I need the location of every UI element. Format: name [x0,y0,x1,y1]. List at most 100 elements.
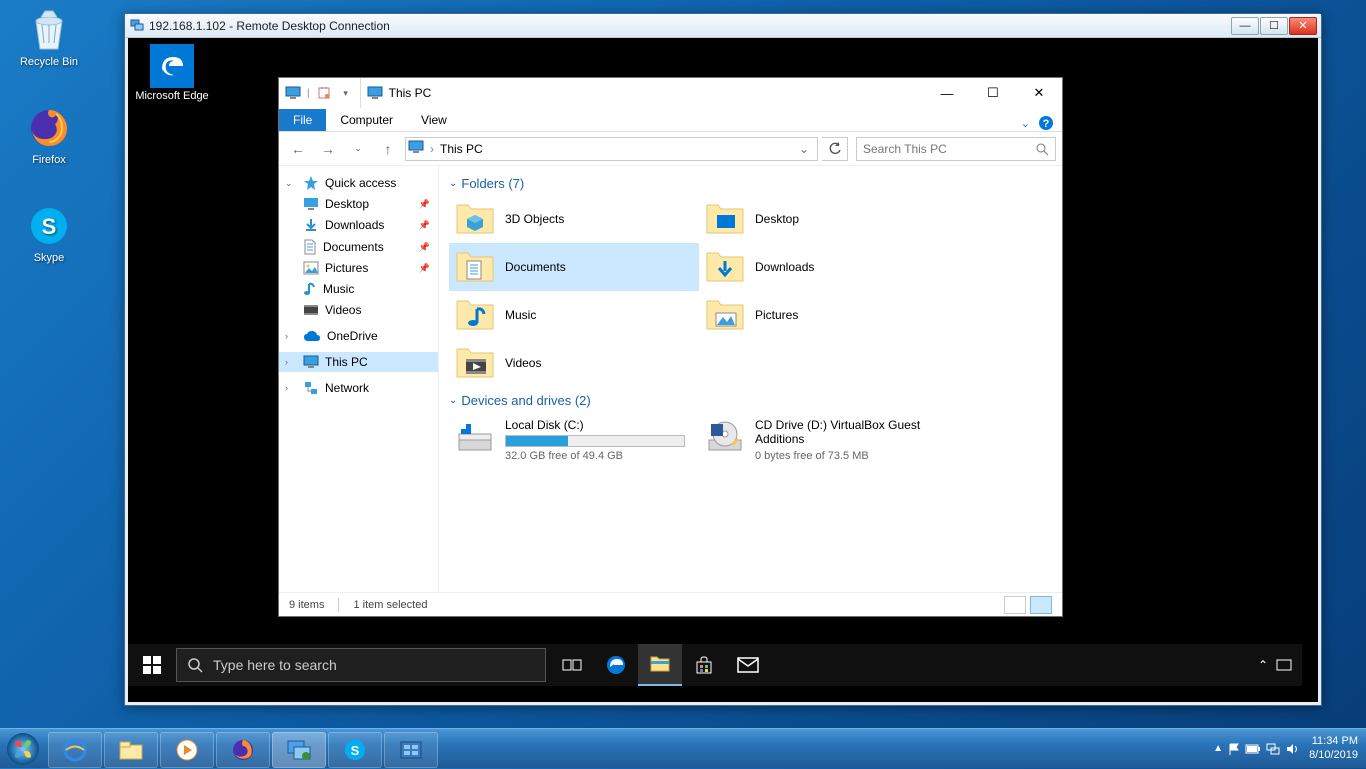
nav-forward-button[interactable]: → [315,136,341,162]
nav-pictures[interactable]: Pictures📌 [297,258,438,278]
host-system-tray: ▲ 11:34 PM 8/10/2019 [1213,735,1366,761]
tray-up-icon[interactable]: ▲ [1213,743,1223,754]
view-details-button[interactable] [1004,596,1026,614]
ribbon-tab-file[interactable]: File [279,109,326,131]
group-drives[interactable]: ⌄Devices and drives (2) [449,393,1052,408]
nav-onedrive[interactable]: ›OneDrive [279,326,438,346]
tray-network-icon[interactable] [1265,742,1281,756]
address-bar[interactable]: › This PC ⌄ [405,137,818,161]
host-task-mediaplayer[interactable] [160,732,214,768]
nav-quick-access[interactable]: ⌄Quick access [279,172,438,194]
rdc-titlebar[interactable]: 192.168.1.102 - Remote Desktop Connectio… [125,14,1321,38]
nav-desktop[interactable]: Desktop📌 [297,194,438,214]
rdc-close-button[interactable]: ✕ [1289,17,1317,35]
music-icon [303,281,317,297]
desktop-icon-label: Microsoft Edge [134,90,210,102]
qat-properties-icon[interactable] [316,85,332,101]
drive-local-c[interactable]: Local Disk (C:) 32.0 GB free of 49.4 GB [449,412,699,468]
folder-desktop[interactable]: Desktop [699,195,949,243]
group-folders[interactable]: ⌄Folders (7) [449,176,1052,191]
desktop-firefox[interactable]: Firefox [12,104,86,166]
folder-documents[interactable]: Documents [449,243,699,291]
remote-desktop[interactable]: Microsoft Edge | ▾ This PC [128,38,1302,686]
explorer-nav-pane: ⌄Quick access Desktop📌 Downloads📌 Docume… [279,166,439,592]
host-task-app[interactable] [384,732,438,768]
drive-usage-bar [505,435,685,447]
remote-system-tray: ⌃ [1258,658,1302,672]
nav-videos[interactable]: Videos [297,300,438,320]
drive-free-text: 0 bytes free of 73.5 MB [755,450,943,462]
qat-customize-icon[interactable]: ▾ [338,85,354,101]
folder-music[interactable]: Music [449,291,699,339]
tray-volume-icon[interactable] [1285,742,1299,756]
host-task-ie[interactable] [48,732,102,768]
nav-documents[interactable]: Documents📌 [297,236,438,258]
search-icon [1035,142,1049,156]
desktop-skype[interactable]: S Skype [12,202,86,264]
nav-back-button[interactable]: ← [285,136,311,162]
explorer-ribbon-tabs: File Computer View ⌄ ? [279,108,1062,132]
ribbon-tab-view[interactable]: View [407,109,461,131]
host-start-button[interactable] [0,729,46,769]
explorer-title: This PC [360,78,924,108]
tray-tablet-mode-icon[interactable] [1276,659,1292,671]
nav-refresh-button[interactable] [822,137,848,161]
taskbar-mail[interactable] [726,644,770,686]
task-view-button[interactable] [550,644,594,686]
video-icon [303,303,319,317]
remote-search-box[interactable]: Type here to search [176,648,546,682]
search-icon [187,657,203,673]
search-placeholder: Search This PC [863,142,947,156]
taskbar-explorer[interactable] [638,644,682,686]
host-task-skype[interactable]: S [328,732,382,768]
edge-icon [150,44,194,88]
nav-downloads[interactable]: Downloads📌 [297,214,438,236]
explorer-search-input[interactable]: Search This PC [856,137,1056,161]
folder-pictures[interactable]: Pictures [699,291,949,339]
host-task-items: S [48,730,438,768]
remote-start-button[interactable] [128,644,176,686]
svg-text:S: S [42,214,57,239]
folder-downloads[interactable]: Downloads [699,243,949,291]
status-item-count: 9 items [289,599,324,611]
pin-icon: 📌 [419,220,430,231]
tray-clock[interactable]: 11:34 PM 8/10/2019 [1309,735,1358,761]
host-task-firefox[interactable] [216,732,270,768]
nav-recent-button[interactable]: ⌄ [345,136,371,162]
host-task-rdc[interactable] [272,732,326,768]
folder-3d-objects[interactable]: 3D Objects [449,195,699,243]
taskbar-edge[interactable] [594,644,638,686]
explorer-window: | ▾ This PC — ☐ ✕ File [278,77,1063,617]
skype-icon: S [25,202,73,250]
nav-this-pc[interactable]: ›This PC [279,352,438,372]
drive-cd-d[interactable]: CD Drive (D:) VirtualBox Guest Additions… [699,412,949,468]
explorer-titlebar[interactable]: | ▾ This PC — ☐ ✕ [279,78,1062,108]
folder-icon [705,199,745,239]
tray-up-icon[interactable]: ⌃ [1258,658,1268,672]
remote-desktop-edge[interactable]: Microsoft Edge [134,44,210,102]
host-taskbar: S ▲ 11:34 PM 8/10/2019 [0,728,1366,768]
view-tiles-button[interactable] [1030,596,1052,614]
rdc-maximize-button[interactable]: ☐ [1260,17,1288,35]
tray-battery-icon[interactable] [1245,743,1261,755]
ribbon-expand-icon[interactable]: ⌄ [1021,117,1030,130]
tray-flag-icon[interactable] [1227,742,1241,756]
address-segment[interactable]: This PC [434,142,489,156]
rdc-minimize-button[interactable]: — [1231,17,1259,35]
star-icon [303,175,319,191]
desktop-icon-label: Recycle Bin [12,56,86,68]
nav-music[interactable]: Music [297,278,438,300]
nav-network[interactable]: ›Network [279,378,438,398]
address-dropdown-icon[interactable]: ⌄ [793,142,815,156]
desktop-recycle-bin[interactable]: Recycle Bin [12,6,86,68]
host-task-explorer[interactable] [104,732,158,768]
help-icon[interactable]: ? [1038,115,1054,131]
nav-up-button[interactable]: ↑ [375,136,401,162]
explorer-maximize-button[interactable]: ☐ [970,78,1016,108]
desktop-icon-label: Firefox [12,154,86,166]
explorer-minimize-button[interactable]: — [924,78,970,108]
folder-videos[interactable]: Videos [449,339,699,387]
explorer-close-button[interactable]: ✕ [1016,78,1062,108]
ribbon-tab-computer[interactable]: Computer [326,109,407,131]
taskbar-store[interactable] [682,644,726,686]
